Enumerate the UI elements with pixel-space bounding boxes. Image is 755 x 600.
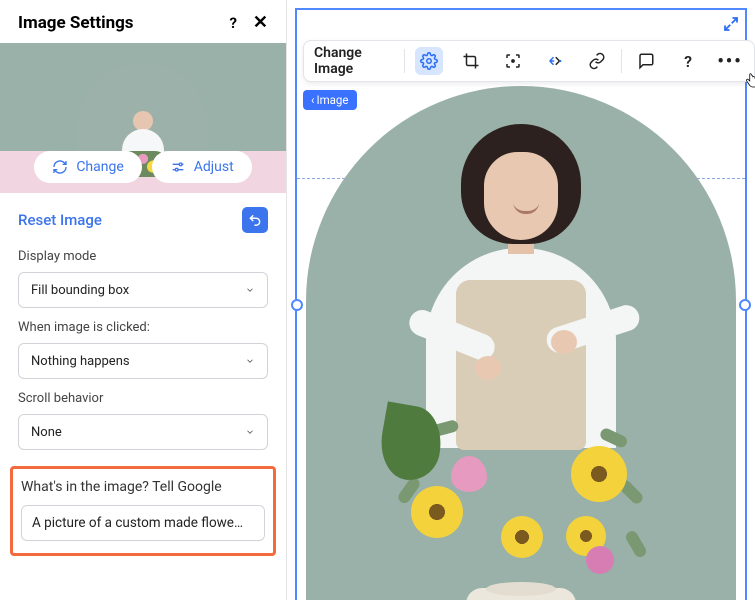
alt-text-value: A picture of a custom made flowe… [32, 515, 243, 531]
focal-point-icon [504, 52, 522, 70]
comment-button[interactable] [632, 47, 660, 75]
link-button[interactable] [583, 47, 611, 75]
alt-text-label: What's in the image? Tell Google [21, 479, 265, 495]
help-icon[interactable]: ? [229, 14, 236, 32]
illustration-vase [466, 588, 576, 600]
image-preview: Change Adjust [0, 43, 286, 193]
display-mode-select[interactable]: Fill bounding box [18, 272, 268, 308]
click-behavior-value: Nothing happens [31, 354, 130, 369]
scroll-behavior-value: None [31, 425, 62, 440]
scroll-behavior-select[interactable]: None [18, 414, 268, 450]
focal-point-button[interactable] [499, 47, 527, 75]
badge-label: Image [316, 93, 348, 107]
image-settings-panel: Image Settings ? ✕ Change [0, 0, 287, 600]
change-button[interactable]: Change [34, 151, 141, 183]
link-icon [588, 52, 606, 70]
alt-text-input[interactable]: A picture of a custom made flowe… [21, 505, 265, 541]
display-mode-label: Display mode [18, 249, 268, 264]
animation-button[interactable] [541, 47, 569, 75]
click-behavior-label: When image is clicked: [18, 320, 268, 335]
expand-icon[interactable] [721, 14, 741, 34]
element-type-badge[interactable]: ‹ Image [303, 90, 357, 110]
gear-icon [420, 52, 438, 70]
settings-button[interactable] [415, 47, 443, 75]
animation-icon [546, 52, 564, 70]
close-icon[interactable]: ✕ [253, 12, 268, 33]
ellipsis-icon: ••• [717, 51, 742, 72]
crop-icon [462, 52, 480, 70]
click-behavior-select[interactable]: Nothing happens [18, 343, 268, 379]
image-toolbar: Change Image [303, 40, 755, 82]
help-icon: ? [684, 52, 692, 71]
crop-button[interactable] [457, 47, 485, 75]
reset-image-link[interactable]: Reset Image [18, 211, 102, 229]
reset-image-button[interactable] [242, 207, 268, 233]
scroll-behavior-label: Scroll behavior [18, 391, 268, 406]
badge-chevron: ‹ [311, 93, 314, 107]
comment-icon [637, 52, 655, 70]
undo-icon [248, 213, 262, 227]
refresh-icon [52, 159, 68, 175]
selected-image[interactable] [303, 86, 739, 600]
panel-header: Image Settings ? ✕ [0, 0, 286, 43]
change-button-label: Change [76, 159, 123, 175]
sliders-icon [170, 159, 186, 175]
panel-title: Image Settings [18, 13, 134, 33]
more-button[interactable]: ••• [716, 47, 744, 75]
change-image-button[interactable]: Change Image [314, 45, 394, 77]
illustration-flowers [381, 406, 661, 596]
chevron-down-icon [245, 427, 255, 437]
editor-canvas: Change Image [287, 0, 755, 600]
adjust-button[interactable]: Adjust [152, 151, 252, 183]
toolbar-help-button[interactable]: ? [674, 47, 702, 75]
adjust-button-label: Adjust [194, 159, 234, 175]
alt-text-section: What's in the image? Tell Google A pictu… [10, 466, 276, 556]
chevron-down-icon [245, 285, 255, 295]
chevron-down-icon [245, 356, 255, 366]
display-mode-value: Fill bounding box [31, 283, 129, 298]
